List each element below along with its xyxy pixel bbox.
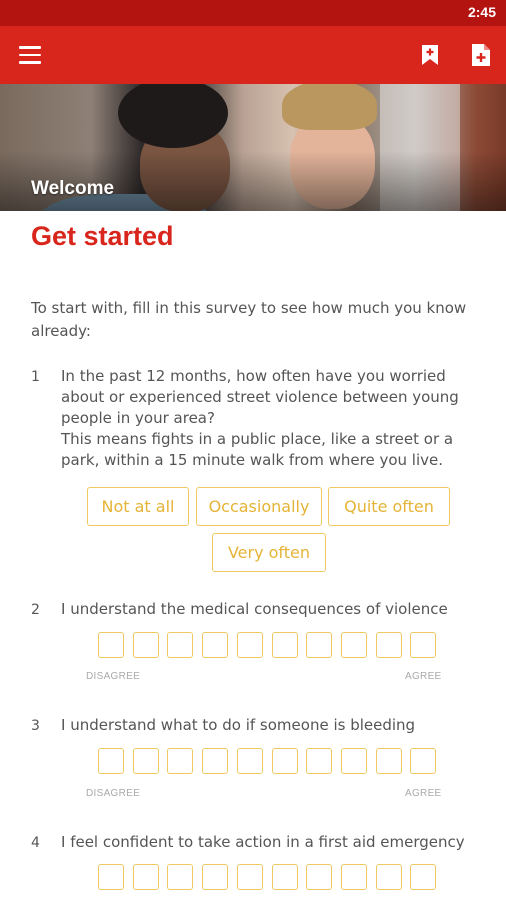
app-bar [0, 26, 506, 84]
status-time: 2:45 [467, 4, 496, 20]
question-number: 2 [31, 602, 40, 618]
bookmark-add-icon[interactable] [421, 44, 439, 66]
rating-box-9[interactable] [375, 864, 402, 890]
rating-box-3[interactable] [167, 632, 194, 658]
rating-box-8[interactable] [340, 864, 367, 890]
question-text: I understand the medical consequences of… [61, 600, 448, 618]
rating-box-10[interactable] [410, 748, 437, 774]
question-number: 1 [31, 369, 40, 385]
rating-box-1[interactable] [98, 864, 124, 890]
rating-box-3[interactable] [167, 864, 194, 890]
rating-box-4[interactable] [202, 864, 229, 890]
rating-box-7[interactable] [306, 864, 333, 890]
rating-scale [98, 748, 440, 776]
rating-box-2[interactable] [132, 748, 159, 774]
rating-box-10[interactable] [410, 632, 437, 658]
rating-box-2[interactable] [132, 864, 159, 890]
rating-box-1[interactable] [98, 748, 124, 774]
option-not-at-all[interactable]: Not at all [87, 487, 189, 526]
rating-box-7[interactable] [306, 748, 333, 774]
rating-box-9[interactable] [375, 748, 402, 774]
rating-box-8[interactable] [340, 632, 367, 658]
rating-box-1[interactable] [98, 632, 124, 658]
rating-box-4[interactable] [202, 748, 229, 774]
question-number: 3 [31, 718, 40, 734]
question-text: I understand what to do if someone is bl… [61, 716, 416, 734]
rating-scale [98, 632, 440, 660]
document-add-icon[interactable] [471, 43, 491, 67]
rating-box-5[interactable] [236, 748, 263, 774]
option-occasionally[interactable]: Occasionally [196, 487, 322, 526]
scale-label-agree: AGREE [405, 671, 442, 682]
page-title: Get started [31, 221, 174, 251]
rating-box-6[interactable] [271, 632, 298, 658]
rating-box-9[interactable] [375, 632, 402, 658]
scale-label-disagree: DISAGREE [86, 671, 141, 682]
question-number: 4 [31, 835, 40, 851]
option-quite-often[interactable]: Quite often [328, 487, 450, 526]
rating-box-6[interactable] [271, 864, 298, 890]
rating-box-3[interactable] [167, 748, 194, 774]
rating-box-2[interactable] [132, 632, 159, 658]
hamburger-menu-icon[interactable] [19, 46, 41, 64]
status-bar: 2:45 [0, 0, 506, 26]
rating-box-6[interactable] [271, 748, 298, 774]
option-very-often[interactable]: Very often [212, 533, 326, 572]
rating-box-8[interactable] [340, 748, 367, 774]
rating-box-5[interactable] [236, 864, 263, 890]
scale-label-disagree: DISAGREE [86, 788, 141, 799]
scale-label-agree: AGREE [405, 788, 442, 799]
rating-box-4[interactable] [202, 632, 229, 658]
hero-title: Welcome [31, 178, 115, 199]
question-text: In the past 12 months, how often have yo… [61, 367, 459, 469]
rating-box-5[interactable] [236, 632, 263, 658]
question-text: I feel confident to take action in a fir… [61, 833, 465, 851]
intro-text: To start with, fill in this survey to se… [31, 299, 467, 340]
hero-image: Welcome [0, 84, 506, 211]
rating-scale [98, 864, 440, 892]
rating-box-10[interactable] [410, 864, 437, 890]
rating-box-7[interactable] [306, 632, 333, 658]
